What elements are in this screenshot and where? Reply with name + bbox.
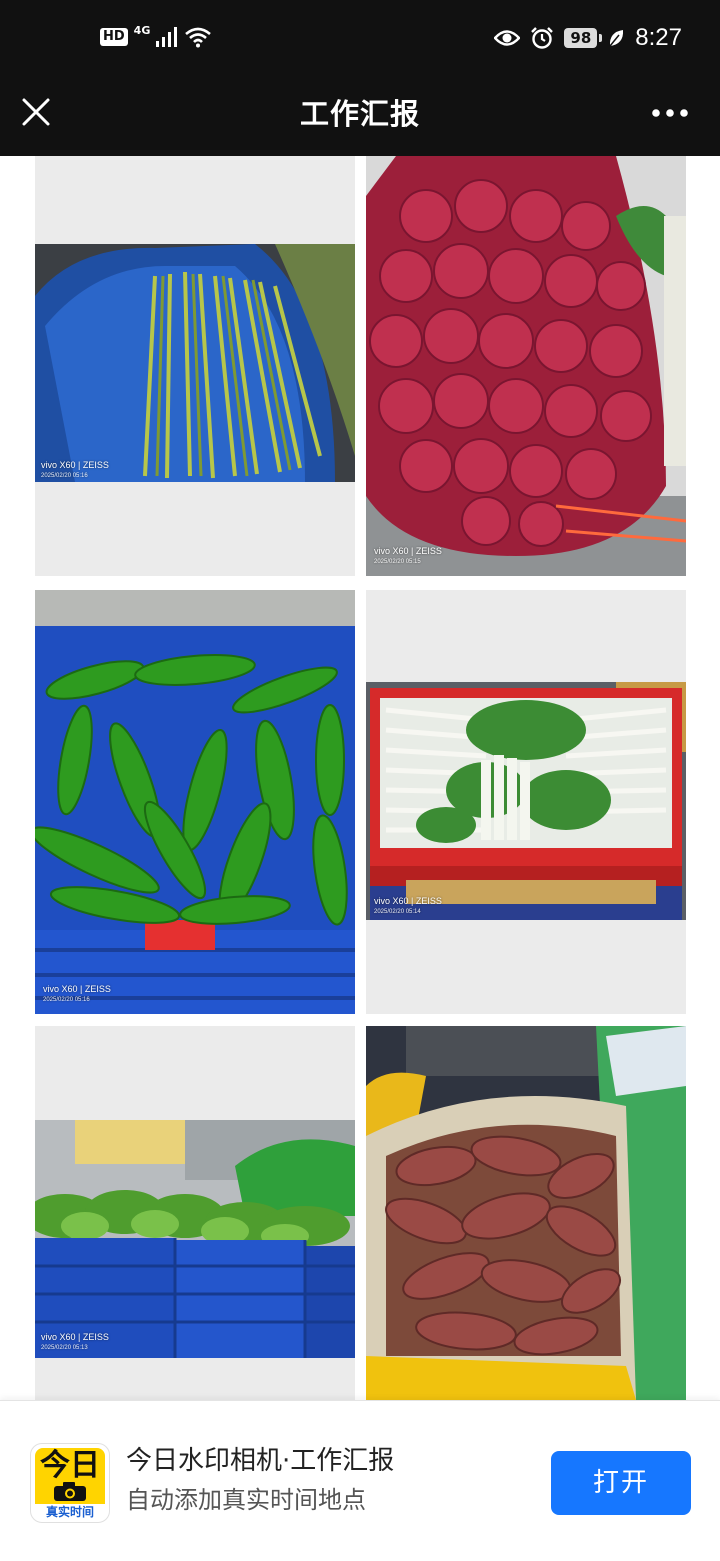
photo-watermark: vivo X60 | ZEISS 2025/02/20 05:15 bbox=[374, 546, 442, 568]
watermark-time: 2025/02/20 05:16 bbox=[43, 997, 90, 1003]
status-bar: HD 4G 98 8:27 bbox=[0, 0, 720, 84]
garlic-scapes-image bbox=[35, 156, 355, 576]
leaf-icon bbox=[609, 30, 624, 47]
logo-yellow-block: 今日 bbox=[35, 1448, 105, 1504]
status-left: HD 4G bbox=[100, 23, 212, 48]
logo-main-text: 今日 bbox=[40, 1448, 100, 1483]
status-right: 98 8:27 bbox=[494, 24, 682, 52]
alarm-icon bbox=[531, 27, 554, 49]
app-logo: 今日 真实时间 bbox=[30, 1443, 110, 1523]
app-tagline: 自动添加真实时间地点 bbox=[126, 1486, 366, 1514]
watermark-brand: vivo X60 | ZEISS bbox=[41, 1332, 109, 1342]
photo-lettuce-crates[interactable]: vivo X60 | ZEISS 2025/02/20 05:13 bbox=[35, 1026, 355, 1400]
green-peppers-image bbox=[35, 590, 355, 1014]
app-name: 今日水印相机·工作汇报 bbox=[126, 1446, 395, 1476]
photo-garlic-scapes[interactable]: vivo X60 | ZEISS 2025/02/20 05:16 bbox=[35, 156, 355, 576]
photo-green-peppers[interactable]: vivo X60 | ZEISS 2025/02/20 05:16 bbox=[35, 590, 355, 1014]
signal-icon bbox=[156, 27, 178, 47]
photo-watermark: vivo X60 | ZEISS 2025/02/20 05:16 bbox=[43, 984, 111, 1006]
network-type-label: 4G bbox=[133, 23, 151, 37]
watermark-time: 2025/02/20 05:14 bbox=[374, 909, 421, 915]
battery-indicator: 98 bbox=[564, 28, 603, 48]
watermark-time: 2025/02/20 05:16 bbox=[41, 473, 88, 479]
more-dots-icon bbox=[652, 109, 688, 117]
title-bar: 工作汇报 bbox=[0, 84, 720, 156]
photo-red-onions[interactable]: vivo X60 | ZEISS 2025/02/20 05:15 bbox=[366, 156, 686, 576]
watermark-time: 2025/02/20 05:13 bbox=[41, 1345, 88, 1351]
photo-bok-choy[interactable]: vivo X60 | ZEISS 2025/02/20 05:14 bbox=[366, 590, 686, 1014]
camera-icon bbox=[54, 1482, 86, 1501]
photo-sweet-potatoes[interactable] bbox=[366, 1026, 686, 1400]
open-app-button[interactable]: 打开 bbox=[551, 1451, 691, 1515]
logo-sub-text: 真实时间 bbox=[45, 1505, 94, 1519]
eye-icon bbox=[494, 30, 521, 46]
red-onions-image bbox=[366, 156, 686, 576]
more-button[interactable] bbox=[650, 100, 690, 126]
app-promo-banner: 今日 真实时间 今日水印相机·工作汇报 自动添加真实时间地点 打开 bbox=[0, 1400, 720, 1561]
photo-watermark: vivo X60 | ZEISS 2025/02/20 05:13 bbox=[41, 1332, 109, 1354]
hd-badge: HD bbox=[100, 28, 128, 46]
sweet-potatoes-image bbox=[366, 1026, 686, 1400]
watermark-time: 2025/02/20 05:15 bbox=[374, 559, 421, 565]
watermark-brand: vivo X60 | ZEISS bbox=[374, 896, 442, 906]
watermark-brand: vivo X60 | ZEISS bbox=[374, 546, 442, 556]
bok-choy-image bbox=[366, 590, 686, 1014]
wifi-icon bbox=[185, 27, 212, 48]
watermark-brand: vivo X60 | ZEISS bbox=[43, 984, 111, 994]
watermark-brand: vivo X60 | ZEISS bbox=[41, 460, 109, 470]
photo-watermark: vivo X60 | ZEISS 2025/02/20 05:14 bbox=[374, 896, 442, 918]
photo-watermark: vivo X60 | ZEISS 2025/02/20 05:16 bbox=[41, 460, 109, 482]
photo-grid: vivo X60 | ZEISS 2025/02/20 05:16 vivo X… bbox=[0, 156, 720, 1400]
page-title: 工作汇报 bbox=[299, 97, 420, 131]
clock: 8:27 bbox=[635, 24, 682, 51]
